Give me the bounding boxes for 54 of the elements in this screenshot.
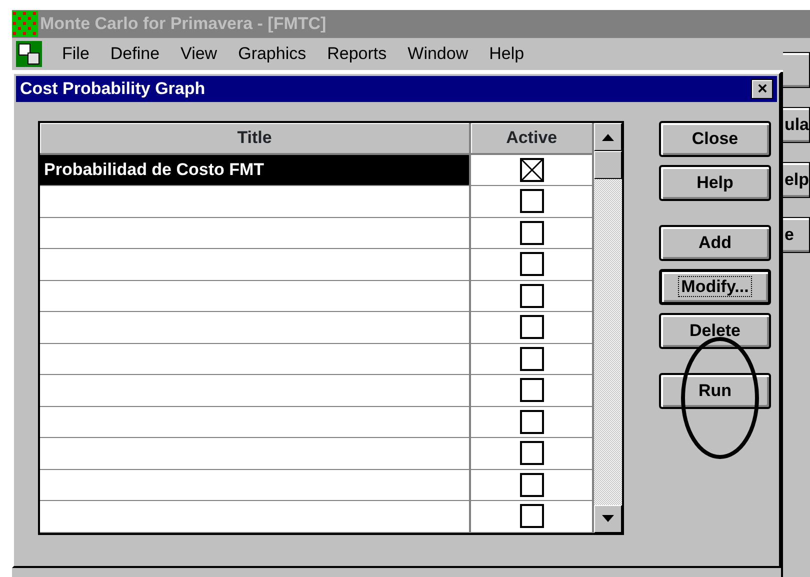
menu-item[interactable]: Define bbox=[109, 41, 161, 67]
table-cell[interactable] bbox=[40, 217, 470, 248]
scroll-down-button[interactable] bbox=[594, 504, 622, 532]
column-header: Active bbox=[470, 123, 594, 154]
table-cell[interactable] bbox=[40, 312, 470, 343]
checkbox[interactable] bbox=[520, 189, 544, 214]
dialog-button[interactable]: Modify... bbox=[659, 269, 771, 305]
table-cell[interactable] bbox=[40, 469, 470, 500]
checkbox[interactable] bbox=[520, 284, 544, 308]
down-arrow-icon bbox=[602, 515, 614, 522]
background-button[interactable]: ula bbox=[783, 107, 810, 143]
table-cell[interactable] bbox=[40, 280, 470, 312]
checkbox[interactable] bbox=[520, 378, 544, 402]
checkbox[interactable] bbox=[520, 158, 544, 182]
table-cell[interactable] bbox=[40, 186, 470, 217]
column-header: Title bbox=[40, 123, 470, 154]
checkbox[interactable] bbox=[520, 410, 544, 434]
menu-item[interactable]: File bbox=[61, 41, 90, 67]
table-cell[interactable] bbox=[40, 438, 470, 469]
menu-item[interactable]: Help bbox=[488, 41, 526, 67]
scroll-up-button[interactable] bbox=[594, 123, 622, 151]
table-cell[interactable]: Probabilidad de Costo FMT bbox=[40, 154, 470, 186]
up-arrow-icon bbox=[602, 134, 614, 140]
checkbox[interactable] bbox=[520, 504, 544, 528]
checkbox[interactable] bbox=[520, 220, 544, 245]
menu-item[interactable]: View bbox=[180, 41, 218, 67]
checkbox[interactable] bbox=[520, 346, 544, 371]
background-button[interactable] bbox=[783, 52, 810, 88]
menu-item[interactable]: Window bbox=[406, 41, 470, 67]
table-cell[interactable] bbox=[40, 500, 470, 532]
background-button[interactable]: elp bbox=[783, 162, 810, 198]
app-grid-icon bbox=[12, 11, 38, 37]
checkbox[interactable] bbox=[520, 315, 544, 340]
checkbox[interactable] bbox=[520, 252, 544, 276]
table-cell[interactable] bbox=[40, 406, 470, 438]
dialog-title: Cost Probability Graph bbox=[20, 78, 206, 100]
dialog-button[interactable]: Close bbox=[659, 121, 771, 157]
menu-item[interactable]: Reports bbox=[326, 41, 388, 67]
checkbox[interactable] bbox=[520, 472, 544, 497]
app-title: Monte Carlo for Primavera - [FMTC] bbox=[40, 13, 326, 36]
dice-icon[interactable] bbox=[16, 41, 42, 67]
close-button[interactable]: × bbox=[751, 79, 774, 99]
table-cell[interactable] bbox=[40, 343, 470, 374]
dialog-button[interactable]: Help bbox=[659, 165, 771, 201]
table-cell[interactable] bbox=[40, 248, 470, 280]
scroll-thumb[interactable] bbox=[594, 151, 622, 179]
checkbox[interactable] bbox=[520, 441, 544, 466]
dialog-button[interactable]: Run bbox=[659, 373, 771, 409]
scrollbar[interactable] bbox=[594, 123, 622, 532]
dialog-button[interactable]: Add bbox=[659, 225, 771, 261]
table-cell[interactable] bbox=[40, 374, 470, 406]
dialog-button[interactable]: Delete bbox=[659, 313, 771, 349]
background-button[interactable]: e bbox=[783, 217, 810, 253]
menu-item[interactable]: Graphics bbox=[237, 41, 308, 67]
